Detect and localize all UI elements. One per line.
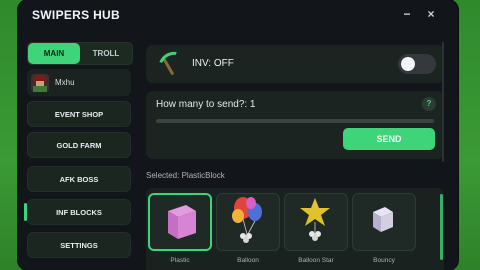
inventory-label: INV: OFF — [192, 58, 234, 69]
main-window: SWIPERS HUB − × MAIN TROLL Mxhu EVENT SH… — [18, 0, 458, 270]
balloon-block-icon — [232, 197, 262, 243]
avatar — [31, 73, 49, 92]
amount-slider[interactable] — [156, 119, 434, 123]
block-item-balloon-star[interactable] — [284, 193, 348, 251]
plastic-block-icon — [168, 205, 196, 239]
bouncy-block-icon — [373, 207, 393, 232]
profile-card: Mxhu — [27, 69, 131, 96]
toggle-knob — [401, 57, 415, 71]
inventory-card: INV: OFF — [146, 45, 444, 83]
sidebar-item-inf-blocks[interactable]: INF BLOCKS — [27, 199, 131, 225]
profile-name: Mxhu — [55, 78, 75, 87]
selected-block-label: Selected: PlasticBlock — [146, 171, 225, 180]
block-name-balloon-star: Balloon Star — [298, 257, 334, 264]
balloon-star-block-icon — [300, 198, 330, 241]
help-icon[interactable]: ? — [422, 97, 436, 111]
minimize-icon[interactable]: − — [400, 6, 414, 22]
sidebar-item-event-shop[interactable]: EVENT SHOP — [27, 101, 131, 127]
block-name-bouncy: Bouncy — [373, 257, 395, 264]
tab-switcher: MAIN TROLL — [27, 42, 133, 65]
sidebar-item-afk-boss[interactable]: AFK BOSS — [27, 166, 131, 192]
block-name-plastic: Plastic — [170, 257, 190, 264]
pickaxe-icon — [159, 51, 177, 76]
tab-main[interactable]: MAIN — [28, 43, 80, 64]
window-title: SWIPERS HUB — [32, 8, 120, 22]
block-item-balloon[interactable] — [216, 193, 280, 251]
send-button[interactable]: SEND — [343, 128, 435, 150]
send-card: How many to send?: 1 ? SEND — [146, 91, 444, 159]
inventory-toggle[interactable] — [398, 54, 436, 74]
tab-troll[interactable]: TROLL — [80, 43, 132, 64]
block-name-balloon: Balloon — [237, 257, 259, 264]
block-item-bouncy[interactable] — [352, 193, 416, 251]
sidebar-item-gold-farm[interactable]: GOLD FARM — [27, 132, 131, 158]
send-amount-label: How many to send?: 1 — [156, 99, 256, 110]
block-grid-scrollbar[interactable] — [440, 194, 443, 260]
close-icon[interactable]: × — [424, 6, 438, 22]
block-item-plastic[interactable] — [148, 193, 212, 251]
panel-scrollbar[interactable] — [442, 42, 444, 162]
sidebar-item-settings[interactable]: SETTINGS — [27, 232, 131, 258]
